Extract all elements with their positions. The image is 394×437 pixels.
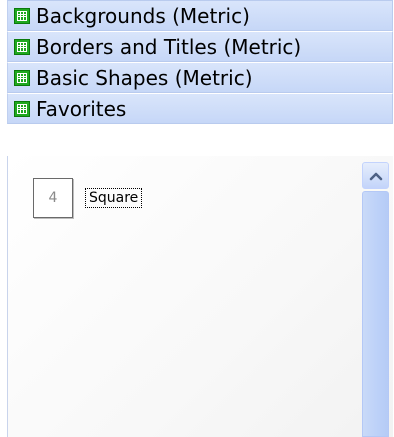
vertical-scrollbar[interactable] [362,162,389,437]
stencil-bar-favorites[interactable]: Favorites [7,93,393,124]
stencil-bar-label: Borders and Titles (Metric) [36,34,302,59]
stencil-bar-label: Basic Shapes (Metric) [36,65,253,90]
scroll-up-button[interactable] [362,162,389,189]
scroll-thumb[interactable] [362,191,389,437]
favorites-stencil-content: 4 Square [7,156,393,437]
stencil-grid-icon [14,38,30,55]
stencil-bar-borders-and-titles[interactable]: Borders and Titles (Metric) [7,31,393,62]
shape-icon-glyph: 4 [48,190,58,206]
stencil-grid-icon [14,100,30,117]
stencil-bar-label: Backgrounds (Metric) [36,3,250,28]
square-shape-icon[interactable]: 4 [33,178,73,218]
shapes-panel: Backgrounds (Metric) Borders and Titles … [0,0,393,437]
master-shape-square[interactable]: 4 Square [33,178,143,218]
chevron-up-icon [369,172,382,180]
stencil-grid-icon [14,7,30,24]
stencil-bar-backgrounds[interactable]: Backgrounds (Metric) [7,0,393,31]
master-shape-label[interactable]: Square [85,188,143,208]
stencil-bar-label: Favorites [36,96,127,121]
stencil-bar-basic-shapes[interactable]: Basic Shapes (Metric) [7,62,393,93]
stencil-grid-icon [14,69,30,86]
